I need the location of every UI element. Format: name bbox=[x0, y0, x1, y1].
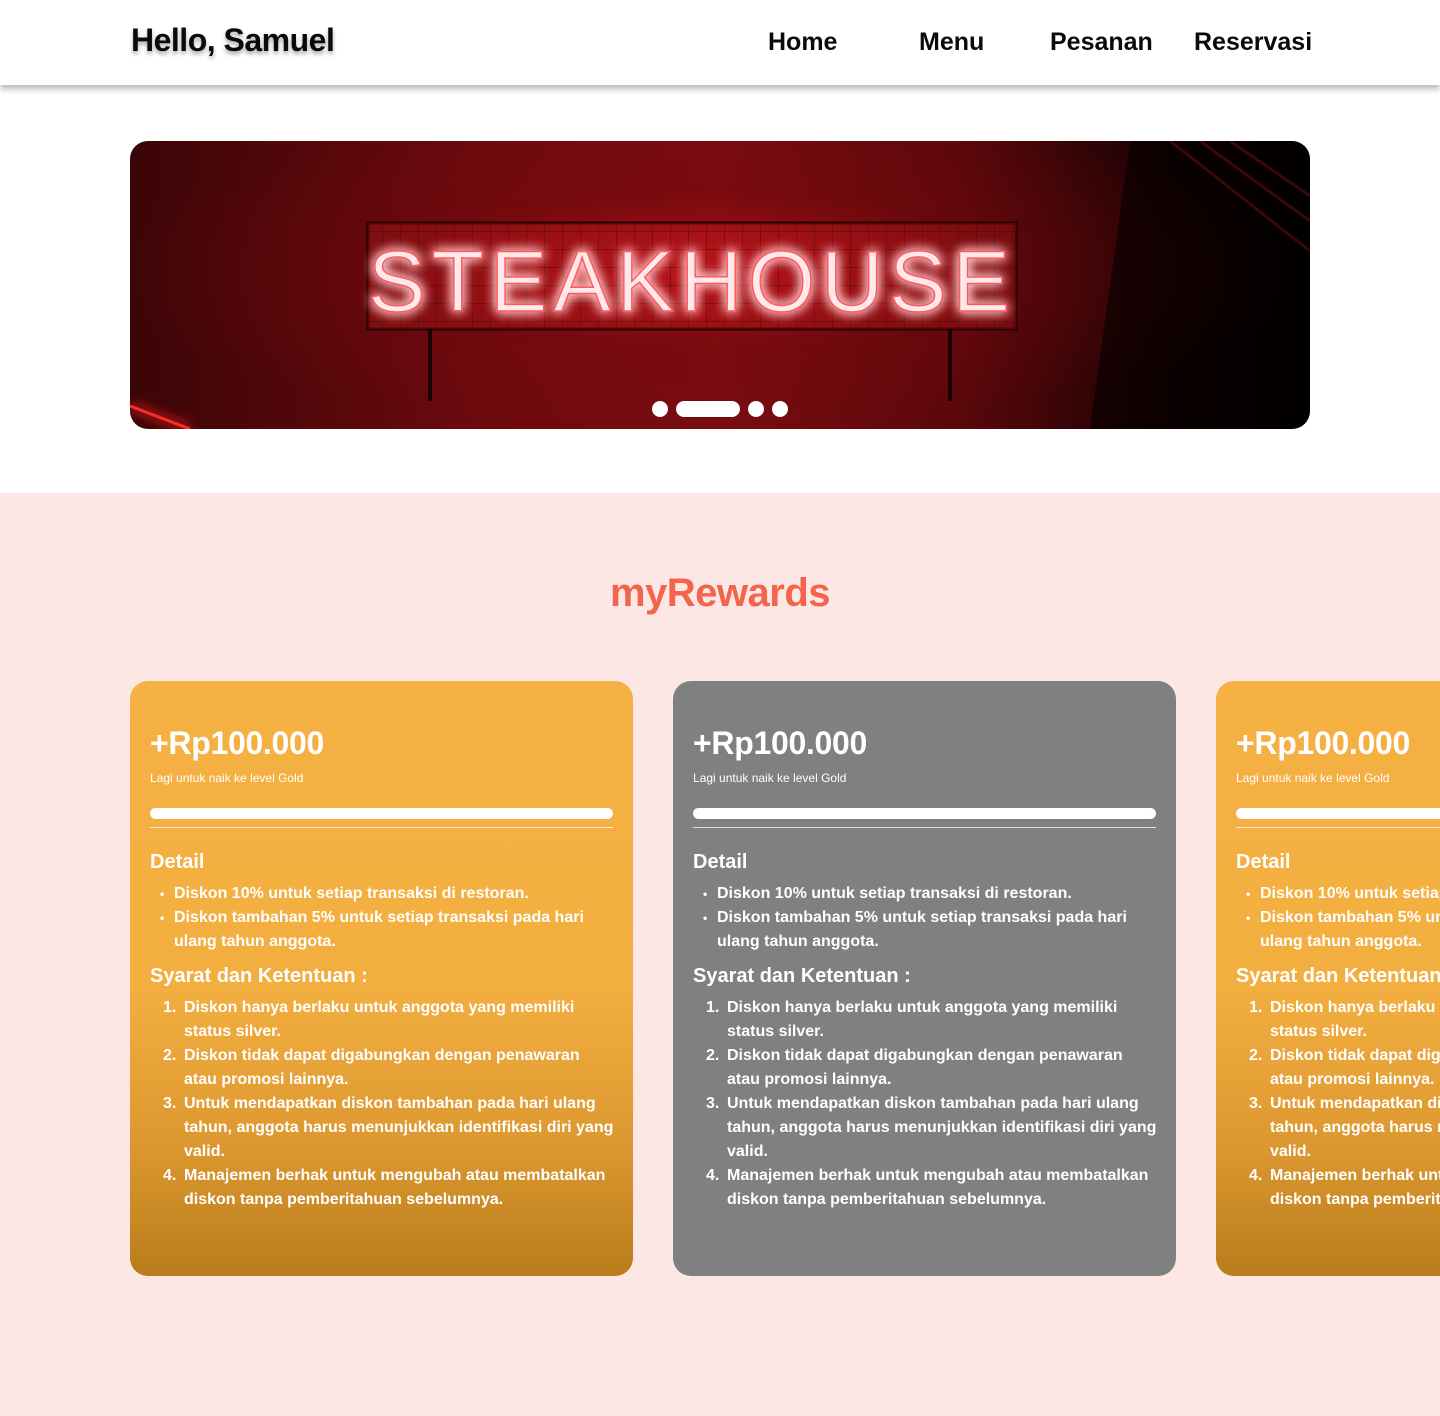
terms-item-number: 2. bbox=[1249, 1047, 1263, 1064]
terms-item: 4. Manajemen berhak untuk mengubah atau m… bbox=[706, 1164, 1157, 1212]
terms-heading: Syarat dan Ketentuan : bbox=[693, 965, 911, 987]
terms-item-number: 1. bbox=[163, 999, 177, 1016]
terms-item-number: 4. bbox=[1249, 1167, 1263, 1184]
detail-heading: Detail bbox=[693, 851, 748, 873]
reward-card[interactable]: +Rp100.000 Lagi untuk naik ke level Gold D… bbox=[1216, 681, 1440, 1276]
terms-item-text: Untuk mendapatkan diskon tambahan pada h… bbox=[727, 1095, 1157, 1160]
detail-list: Diskon 10% untuk setiap transaksi di res… bbox=[703, 882, 1157, 954]
terms-item: 1. Diskon hanya berlaku untuk anggota yan… bbox=[163, 996, 614, 1044]
card-divider bbox=[693, 827, 1156, 828]
reward-card[interactable]: +Rp100.000 Lagi untuk naik ke level Gold D… bbox=[673, 681, 1176, 1276]
hero-carousel[interactable]: Unsplash+Unsplash+Unsplash+Unsplash+Unsp… bbox=[130, 141, 1310, 429]
terms-item-text: Diskon tidak dapat digabungkan dengan pe… bbox=[727, 1047, 1123, 1088]
terms-item-number: 3. bbox=[1249, 1095, 1263, 1112]
detail-list: Diskon 10% untuk setiap transaksi di res… bbox=[160, 882, 614, 954]
steakhouse-neon-sign-image: STEAKHOUSE bbox=[130, 141, 1310, 429]
detail-item: Diskon 10% untuk setiap transaksi di res… bbox=[703, 882, 1157, 906]
carousel-indicators bbox=[652, 401, 792, 417]
reward-amount: +Rp100.000 bbox=[150, 725, 325, 761]
terms-item-text: Diskon hanya berlaku untuk anggota yang … bbox=[184, 999, 575, 1040]
nav-menu-link[interactable]: Menu bbox=[919, 28, 984, 57]
nav-home-link[interactable]: Home bbox=[768, 28, 837, 57]
terms-item: 2. Diskon tidak dapat digabungkan dengan … bbox=[163, 1044, 614, 1092]
user-greeting: Hello, Samuel bbox=[131, 22, 335, 58]
reward-progress-bar bbox=[1236, 808, 1440, 819]
card-divider bbox=[1236, 827, 1440, 828]
terms-item-text: Manajemen berhak untuk mengubah atau mem… bbox=[727, 1167, 1149, 1208]
terms-item-text: Untuk mendapatkan diskon tambahan pada h… bbox=[184, 1095, 614, 1160]
detail-heading: Detail bbox=[150, 851, 205, 873]
detail-item: Diskon 10% untuk setiap transaksi di res… bbox=[160, 882, 614, 906]
terms-item-number: 3. bbox=[163, 1095, 177, 1112]
terms-item: 1. Diskon hanya berlaku untuk anggota yan… bbox=[1249, 996, 1440, 1044]
terms-list: 1. Diskon hanya berlaku untuk anggota yan… bbox=[706, 996, 1157, 1212]
reward-subtitle: Lagi untuk naik ke level Gold bbox=[693, 771, 847, 785]
terms-item-text: Diskon hanya berlaku untuk anggota yang … bbox=[727, 999, 1118, 1040]
card-divider bbox=[150, 827, 613, 828]
terms-item: 3. Untuk mendapatkan diskon tambahan pada… bbox=[163, 1092, 614, 1164]
terms-list: 1. Diskon hanya berlaku untuk anggota yan… bbox=[163, 996, 614, 1212]
reward-subtitle: Lagi untuk naik ke level Gold bbox=[150, 771, 304, 785]
reward-subtitle: Lagi untuk naik ke level Gold bbox=[1236, 771, 1390, 785]
terms-item-number: 2. bbox=[706, 1047, 720, 1064]
carousel-dot-3[interactable] bbox=[748, 401, 764, 417]
detail-item: Diskon tambahan 5% untuk setiap transaks… bbox=[703, 906, 1157, 954]
carousel-dot-2-active[interactable] bbox=[676, 401, 740, 417]
terms-item-text: Diskon hanya berlaku untuk anggota yang … bbox=[1270, 999, 1440, 1040]
rewards-section: myRewards +Rp100.000 Lagi untuk naik ke l… bbox=[0, 493, 1440, 1416]
terms-item-text: Untuk mendapatkan diskon tambahan pada h… bbox=[1270, 1095, 1440, 1160]
terms-item-number: 3. bbox=[706, 1095, 720, 1112]
terms-item: 3. Untuk mendapatkan diskon tambahan pada… bbox=[706, 1092, 1157, 1164]
terms-item-text: Manajemen berhak untuk mengubah atau mem… bbox=[1270, 1167, 1440, 1208]
carousel-dot-1[interactable] bbox=[652, 401, 668, 417]
nav-reservasi-link[interactable]: Reservasi bbox=[1194, 28, 1312, 57]
terms-item: 1. Diskon hanya berlaku untuk anggota yan… bbox=[706, 996, 1157, 1044]
detail-list: Diskon 10% untuk setiap transaksi di res… bbox=[1246, 882, 1440, 954]
terms-item: 4. Manajemen berhak untuk mengubah atau m… bbox=[1249, 1164, 1440, 1212]
terms-item-text: Diskon tidak dapat digabungkan dengan pe… bbox=[184, 1047, 580, 1088]
terms-item-text: Diskon tidak dapat digabungkan dengan pe… bbox=[1270, 1047, 1440, 1088]
detail-item: Diskon tambahan 5% untuk setiap transaks… bbox=[160, 906, 614, 954]
detail-item: Diskon 10% untuk setiap transaksi di res… bbox=[1246, 882, 1440, 906]
terms-item-number: 1. bbox=[1249, 999, 1263, 1016]
detail-item: Diskon tambahan 5% untuk setiap transaks… bbox=[1246, 906, 1440, 954]
carousel-dot-4[interactable] bbox=[772, 401, 788, 417]
terms-item: 4. Manajemen berhak untuk mengubah atau m… bbox=[163, 1164, 614, 1212]
top-navbar: Hello, Samuel Home Menu Pesanan Reservas… bbox=[0, 0, 1440, 85]
reward-amount: +Rp100.000 bbox=[693, 725, 868, 761]
terms-heading: Syarat dan Ketentuan : bbox=[150, 965, 368, 987]
terms-item: 3. Untuk mendapatkan diskon tambahan pada… bbox=[1249, 1092, 1440, 1164]
terms-item-number: 4. bbox=[706, 1167, 720, 1184]
terms-item-text: Manajemen berhak untuk mengubah atau mem… bbox=[184, 1167, 606, 1208]
reward-progress-bar bbox=[693, 808, 1156, 819]
reward-card[interactable]: +Rp100.000 Lagi untuk naik ke level Gold D… bbox=[130, 681, 633, 1276]
terms-list: 1. Diskon hanya berlaku untuk anggota yan… bbox=[1249, 996, 1440, 1212]
terms-item: 2. Diskon tidak dapat digabungkan dengan … bbox=[1249, 1044, 1440, 1092]
terms-item: 2. Diskon tidak dapat digabungkan dengan … bbox=[706, 1044, 1157, 1092]
terms-item-number: 2. bbox=[163, 1047, 177, 1064]
nav-pesanan-link[interactable]: Pesanan bbox=[1050, 28, 1153, 57]
terms-item-number: 4. bbox=[163, 1167, 177, 1184]
terms-heading: Syarat dan Ketentuan : bbox=[1236, 965, 1440, 987]
terms-item-number: 1. bbox=[706, 999, 720, 1016]
reward-amount: +Rp100.000 bbox=[1236, 725, 1411, 761]
hero-sign-text: STEAKHOUSE bbox=[368, 234, 1016, 330]
rewards-title: myRewards bbox=[609, 571, 831, 615]
reward-progress-bar bbox=[150, 808, 613, 819]
detail-heading: Detail bbox=[1236, 851, 1291, 873]
